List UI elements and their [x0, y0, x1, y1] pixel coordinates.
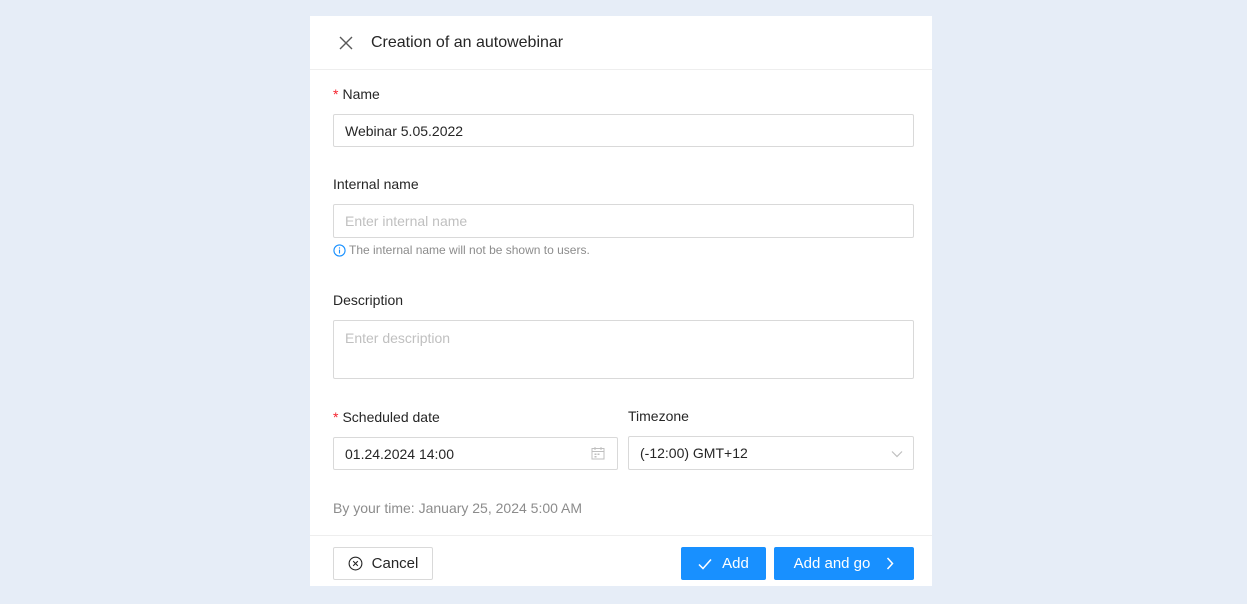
- required-mark: *: [333, 86, 339, 102]
- internal-name-label: Internal name: [333, 176, 419, 192]
- chevron-right-icon: [887, 557, 894, 570]
- timezone-select[interactable]: (-12:00) GMT+12: [628, 436, 914, 470]
- name-label-text: Name: [342, 86, 380, 102]
- chevron-down-icon: [891, 451, 903, 458]
- create-autowebinar-modal: Creation of an autowebinar *Name Interna…: [310, 16, 932, 586]
- check-icon: [698, 558, 712, 570]
- description-label: Description: [333, 292, 404, 308]
- add-and-go-button[interactable]: Add and go: [774, 547, 914, 580]
- description-textarea[interactable]: [333, 320, 914, 379]
- add-button[interactable]: Add: [681, 547, 766, 580]
- close-icon: [339, 36, 353, 49]
- cancel-button[interactable]: Cancel: [333, 547, 433, 580]
- modal-footer: Cancel Add Add and go: [310, 535, 932, 587]
- name-label: * Name: [333, 86, 380, 102]
- name-input[interactable]: [333, 114, 914, 147]
- close-button[interactable]: [338, 35, 354, 51]
- cancel-button-label: Cancel: [371, 555, 419, 572]
- calendar-icon: [591, 447, 605, 460]
- close-circle-icon: [348, 556, 363, 571]
- scheduled-date-label-text: Scheduled date: [342, 409, 440, 425]
- scheduled-date-input[interactable]: [333, 437, 618, 470]
- timezone-value: (-12:00) GMT+12: [640, 445, 748, 461]
- add-button-label: Add: [722, 555, 749, 572]
- timezone-label: Timezone: [628, 408, 689, 424]
- internal-name-input[interactable]: [333, 204, 914, 238]
- required-mark: *: [333, 409, 339, 425]
- local-time-note: By your time: January 25, 2024 5:00 AM: [333, 500, 583, 516]
- modal-title: Creation of an autowebinar: [371, 33, 564, 51]
- internal-name-hint: The internal name will not be shown to u…: [333, 243, 590, 257]
- add-and-go-button-label: Add and go: [793, 555, 871, 572]
- modal-header: Creation of an autowebinar: [310, 16, 932, 70]
- info-icon: [333, 243, 346, 257]
- calendar-button[interactable]: [591, 446, 605, 460]
- scheduled-date-label: * Scheduled date: [333, 409, 440, 425]
- internal-name-hint-text: The internal name will not be shown to u…: [349, 243, 590, 257]
